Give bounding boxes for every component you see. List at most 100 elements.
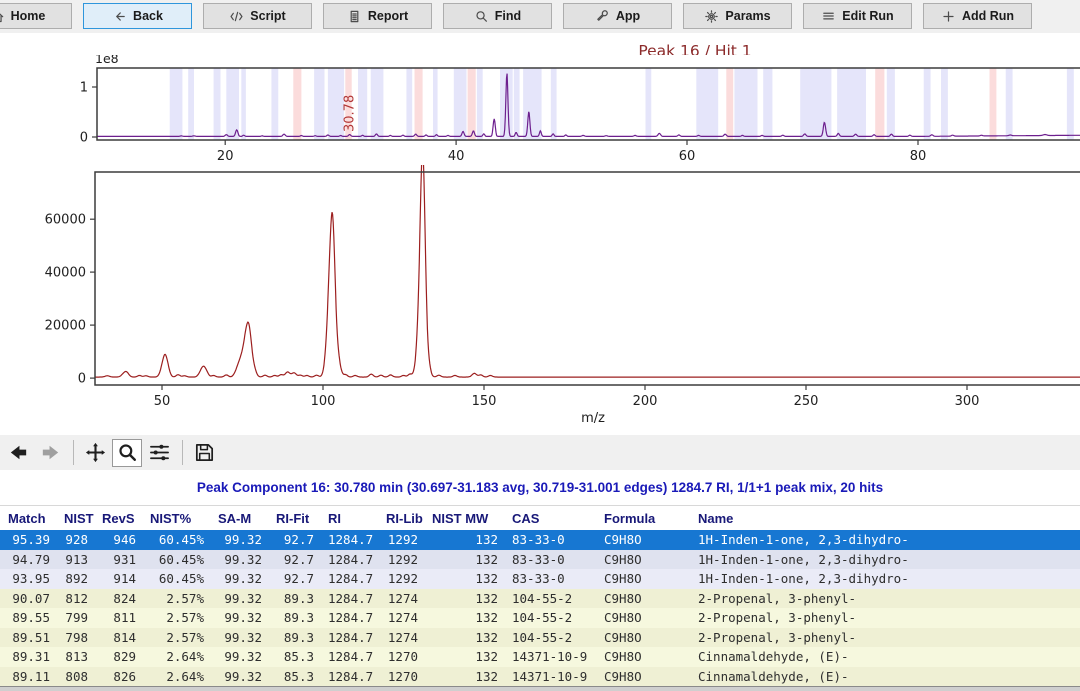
- table-row[interactable]: 93.9589291460.45%99.3292.71284.712921328…: [0, 569, 1080, 589]
- cell-ri-lib: 1270: [378, 649, 424, 664]
- column-header-nist-[interactable]: NIST%: [142, 511, 210, 526]
- column-header-match[interactable]: Match: [0, 511, 56, 526]
- cell-nist-mw: 132: [424, 649, 504, 664]
- cell-match: 89.51: [0, 630, 56, 645]
- column-header-ri-fit[interactable]: RI-Fit: [268, 511, 320, 526]
- status-bar: Peak Component 16: 30.780 min (30.697-31…: [0, 470, 1080, 506]
- column-header-ri-lib[interactable]: RI-Lib: [378, 511, 424, 526]
- table-row[interactable]: 89.118088262.64%99.3285.31284.7127013214…: [0, 667, 1080, 687]
- toolbar-button-add-run[interactable]: Add Run: [923, 3, 1032, 29]
- cell-nist-: 60.45%: [142, 532, 210, 547]
- bottom-strip: [0, 686, 1080, 691]
- cell-name: 1H-Inden-1-one, 2,3-dihydro-: [690, 571, 1080, 586]
- toolbar-button-label: Back: [133, 9, 163, 23]
- hits-table-body: 95.3992894660.45%99.3292.71284.712921328…: [0, 530, 1080, 686]
- svg-text:m/z: m/z: [581, 411, 605, 426]
- script-icon: [229, 9, 244, 24]
- cell-ri-fit: 92.7: [268, 532, 320, 547]
- cell-ri-fit: 89.3: [268, 610, 320, 625]
- pan-icon[interactable]: [80, 439, 110, 467]
- cell-revs: 824: [94, 591, 142, 606]
- toolbar-button-label: Find: [495, 9, 521, 23]
- cell-ri: 1284.7: [320, 571, 378, 586]
- toolbar-button-app[interactable]: App: [563, 3, 672, 29]
- cell-name: 2-Propenal, 3-phenyl-: [690, 610, 1080, 625]
- column-header-nist-mw[interactable]: NIST MW: [424, 511, 504, 526]
- cell-ri: 1284.7: [320, 532, 378, 547]
- cell-name: Cinnamaldehyde, (E)-: [690, 669, 1080, 684]
- column-header-cas[interactable]: CAS: [504, 511, 596, 526]
- toolbar-button-label: App: [616, 9, 640, 23]
- svg-text:1: 1: [80, 81, 88, 96]
- cell-cas: 104-55-2: [504, 591, 596, 606]
- column-header-revs[interactable]: RevS: [94, 511, 142, 526]
- cell-nist-: 60.45%: [142, 552, 210, 567]
- cell-sa-m: 99.32: [210, 669, 268, 684]
- svg-text:200: 200: [633, 394, 658, 409]
- toolbar-button-find[interactable]: Find: [443, 3, 552, 29]
- svg-text:300: 300: [955, 394, 980, 409]
- toolbar-button-report[interactable]: Report: [323, 3, 432, 29]
- cell-nist: 928: [56, 532, 94, 547]
- column-header-formula[interactable]: Formula: [596, 511, 690, 526]
- svg-text:50: 50: [154, 394, 171, 409]
- toolbar-button-label: Report: [368, 9, 408, 23]
- toolbar-button-edit-run[interactable]: Edit Run: [803, 3, 912, 29]
- cell-formula: C9H8O: [596, 552, 690, 567]
- cell-cas: 104-55-2: [504, 630, 596, 645]
- cell-nist-mw: 132: [424, 610, 504, 625]
- cell-ri-lib: 1292: [378, 552, 424, 567]
- table-row-selected[interactable]: 95.3992894660.45%99.3292.71284.712921328…: [0, 530, 1080, 550]
- table-row[interactable]: 94.7991393160.45%99.3292.71284.712921328…: [0, 550, 1080, 570]
- table-row[interactable]: 89.517988142.57%99.3289.31284.7127413210…: [0, 628, 1080, 648]
- table-row[interactable]: 90.078128242.57%99.3289.31284.7127413210…: [0, 589, 1080, 609]
- column-header-name[interactable]: Name: [690, 511, 1080, 526]
- nav-forward-icon: [35, 439, 65, 467]
- cell-formula: C9H8O: [596, 610, 690, 625]
- cell-sa-m: 99.32: [210, 552, 268, 567]
- cell-revs: 814: [94, 630, 142, 645]
- plus-icon: [941, 9, 956, 24]
- cell-formula: C9H8O: [596, 669, 690, 684]
- column-header-ri[interactable]: RI: [320, 511, 378, 526]
- main-toolbar: Home Back Script Report Find App Params Edit Ru…: [0, 0, 1080, 33]
- toolbar-separator: [182, 440, 183, 465]
- cell-formula: C9H8O: [596, 649, 690, 664]
- chromatogram-chart[interactable]: 20406080011e830.78: [0, 55, 1080, 172]
- toolbar-button-home[interactable]: Home: [0, 3, 72, 29]
- save-icon[interactable]: [189, 439, 219, 467]
- status-text: Peak Component 16: 30.780 min (30.697-31…: [197, 480, 883, 495]
- table-row[interactable]: 89.557998112.57%99.3289.31284.7127413210…: [0, 608, 1080, 628]
- svg-text:60: 60: [679, 149, 696, 164]
- cell-match: 95.39: [0, 532, 56, 547]
- cell-ri-fit: 92.7: [268, 552, 320, 567]
- nav-back-icon[interactable]: [3, 439, 33, 467]
- zoom-icon[interactable]: [112, 439, 142, 467]
- cell-nist-: 2.57%: [142, 591, 210, 606]
- mass-spectrum-chart[interactable]: 501001502002503000200004000060000m/z: [0, 165, 1080, 435]
- cell-sa-m: 99.32: [210, 591, 268, 606]
- cell-ri-fit: 92.7: [268, 571, 320, 586]
- cell-cas: 83-33-0: [504, 571, 596, 586]
- svg-text:100: 100: [311, 394, 336, 409]
- cell-nist: 892: [56, 571, 94, 586]
- cell-revs: 826: [94, 669, 142, 684]
- toolbar-button-script[interactable]: Script: [203, 3, 312, 29]
- cell-nist-mw: 132: [424, 532, 504, 547]
- toolbar-button-back[interactable]: Back: [83, 3, 192, 29]
- column-header-nist[interactable]: NIST: [56, 511, 94, 526]
- cell-ri: 1284.7: [320, 630, 378, 645]
- cell-nist: 808: [56, 669, 94, 684]
- sliders-icon[interactable]: [144, 439, 174, 467]
- svg-text:30.78: 30.78: [343, 95, 358, 132]
- cell-match: 89.55: [0, 610, 56, 625]
- toolbar-button-params[interactable]: Params: [683, 3, 792, 29]
- column-header-sa-m[interactable]: SA-M: [210, 511, 268, 526]
- cell-cas: 14371-10-9: [504, 669, 596, 684]
- cell-name: 1H-Inden-1-one, 2,3-dihydro-: [690, 552, 1080, 567]
- home-icon: [0, 9, 5, 24]
- cell-sa-m: 99.32: [210, 649, 268, 664]
- report-icon: [347, 9, 362, 24]
- table-row[interactable]: 89.318138292.64%99.3285.31284.7127013214…: [0, 647, 1080, 667]
- toolbar-button-label: Home: [11, 9, 46, 23]
